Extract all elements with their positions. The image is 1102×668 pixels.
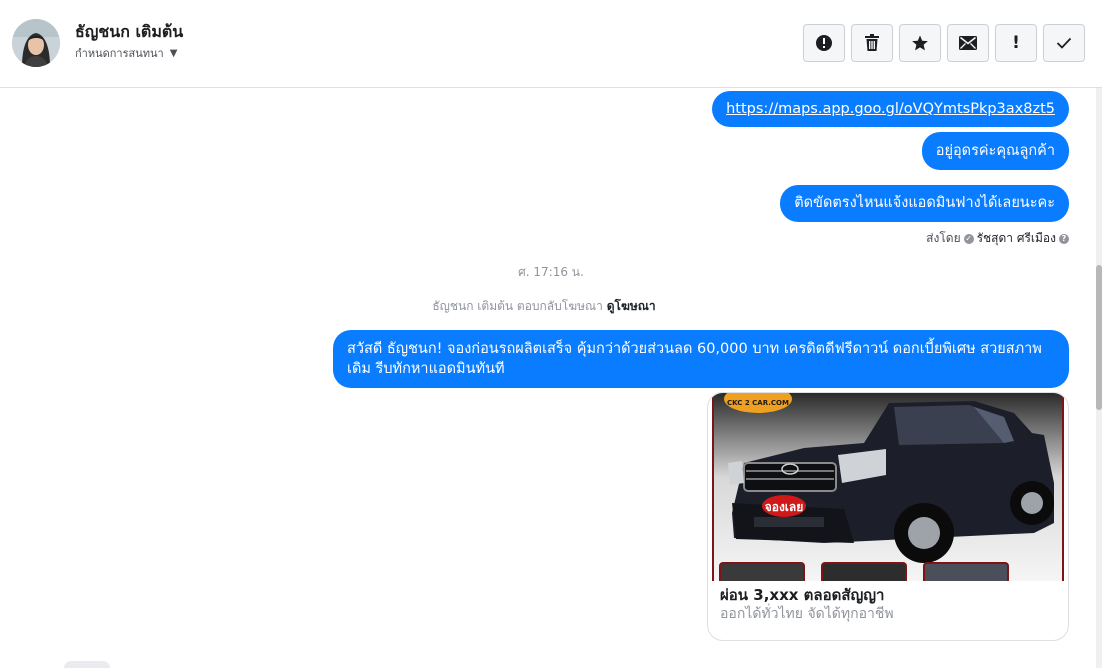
contact-name[interactable]: ธัญชนก เติมต้น [75,20,183,45]
scrollbar-thumb[interactable] [1096,265,1102,410]
contact-avatar[interactable] [12,19,60,67]
partial-element-bottom [64,661,110,668]
checkmark-icon [1056,37,1072,49]
conversation-header: ธัญชนก เติมต้น กำหนดการสนทนา ▼ ! [0,0,1102,88]
avatar-photo [12,19,60,67]
conversation-toolbar: ! [803,24,1085,62]
envelope-icon [959,36,977,50]
pickup-truck-image: CKC 2 CAR.COM จองเลย [714,393,1062,584]
done-button[interactable] [1043,24,1085,62]
sent-by-prefix: ส่งโดย [926,231,961,245]
dealer-logo-text: CKC 2 CAR.COM [727,399,789,407]
maps-link[interactable]: https://maps.app.goo.gl/oVQYmtsPkp3ax8zt… [726,101,1055,117]
ad-card[interactable]: CKC 2 CAR.COM จองเลย ผ่อน 3,xxx ตลอดสัญญ… [707,392,1069,641]
reserve-stamp-text: จองเลย [765,500,804,514]
ad-reply-notice: ธัญชนก เติมต้น ตอบกลับโฆษณา ดูโฆษณา [0,297,1088,316]
help-icon[interactable]: ? [1059,233,1069,244]
ad-reply-text: ธัญชนก เติมต้น ตอบกลับโฆษณา [432,299,603,313]
delete-button[interactable] [851,24,893,62]
trash-icon [865,34,879,51]
check-badge-icon: ✓ [963,233,974,244]
caret-down-icon: ▼ [169,47,178,59]
star-button[interactable] [899,24,941,62]
report-spam-button[interactable] [803,24,845,62]
ad-image[interactable]: CKC 2 CAR.COM จองเลย [712,393,1064,584]
mark-unread-button[interactable] [947,24,989,62]
ad-description: ออกได้ทั่วไทย จัดได้ทุกอาชีพ [720,606,894,622]
sender-name: รัชสุดา ศรีเมือง [976,231,1056,245]
message-timestamp: ศ. 17:16 น. [518,265,584,279]
message-bubble-link: https://maps.app.goo.gl/oVQYmtsPkp3ax8zt… [712,91,1069,127]
message-bubble-promo: สวัสดี ธัญชนก! จองก่อนรถผลิตเสร็จ คุ้มกว… [333,330,1069,388]
view-ad-link[interactable]: ดูโฆษณา [607,299,656,313]
star-icon [912,35,928,51]
exclamation-icon: ! [1012,33,1020,53]
assign-conversation-dropdown[interactable]: กำหนดการสนทนา ▼ [75,44,177,62]
mark-important-button[interactable]: ! [995,24,1037,62]
message-bubble-help: ติดขัดตรงไหนแจ้งแอดมินฟางได้เลยนะคะ [780,185,1069,222]
exclamation-circle-icon [816,35,832,51]
assign-conversation-label: กำหนดการสนทนา [75,47,164,60]
message-bubble-location: อยู่อุดรค่ะคุณลูกค้า [921,132,1069,170]
sent-by-line: ส่งโดย ✓ รัชสุดา ศรีเมือง ? [926,229,1069,248]
